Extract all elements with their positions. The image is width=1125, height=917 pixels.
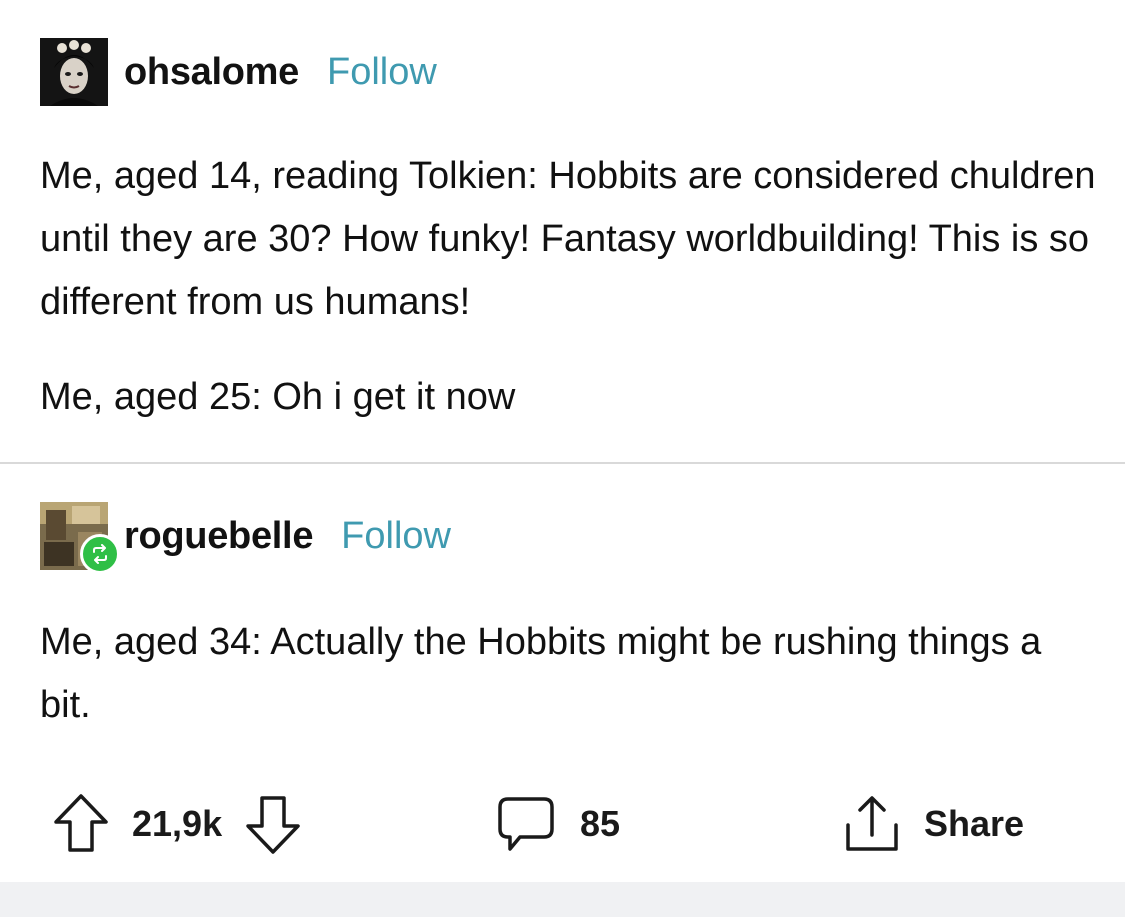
follow-button[interactable]: Follow	[341, 515, 451, 558]
post-paragraph: Me, aged 14, reading Tolkien: Hobbits ar…	[40, 155, 1096, 323]
avatar[interactable]	[40, 38, 108, 106]
share-button[interactable]: Share	[842, 780, 1024, 868]
post-header: ohsalome Follow	[40, 38, 437, 106]
follow-button[interactable]: Follow	[327, 51, 437, 94]
arrow-up-icon[interactable]	[52, 792, 110, 856]
post-ohsalome: ohsalome Follow Me, aged 14, reading Tol…	[0, 0, 1125, 462]
post-roguebelle: roguebelle Follow Me, aged 34: Actually …	[0, 464, 1125, 764]
arrow-down-icon[interactable]	[244, 792, 302, 856]
comment-count: 85	[580, 803, 621, 844]
share-icon[interactable]	[842, 793, 902, 855]
footer-strip	[0, 882, 1125, 917]
reblog-icon	[80, 534, 120, 574]
speech-bubble-icon[interactable]	[496, 795, 556, 853]
avatar-portrait	[40, 38, 108, 106]
post-body: Me, aged 25: Oh i get it now	[40, 366, 1100, 429]
username[interactable]: ohsalome	[124, 51, 299, 94]
post-header: roguebelle Follow	[40, 502, 451, 574]
vote-group: 21,9k	[52, 780, 302, 868]
post-paragraph: Me, aged 25: Oh i get it now	[40, 376, 516, 418]
post-paragraph: Me, aged 34: Actually the Hobbits might …	[40, 621, 1042, 726]
post-body: Me, aged 34: Actually the Hobbits might …	[40, 611, 1100, 737]
share-label: Share	[924, 803, 1025, 844]
comment-button[interactable]: 85	[496, 780, 620, 868]
username[interactable]: roguebelle	[124, 515, 313, 558]
post-body: Me, aged 14, reading Tolkien: Hobbits ar…	[40, 145, 1100, 334]
vote-count: 21,9k	[132, 803, 223, 844]
avatar[interactable]	[40, 502, 120, 574]
action-bar: 21,9k 85 Share	[0, 780, 1125, 868]
